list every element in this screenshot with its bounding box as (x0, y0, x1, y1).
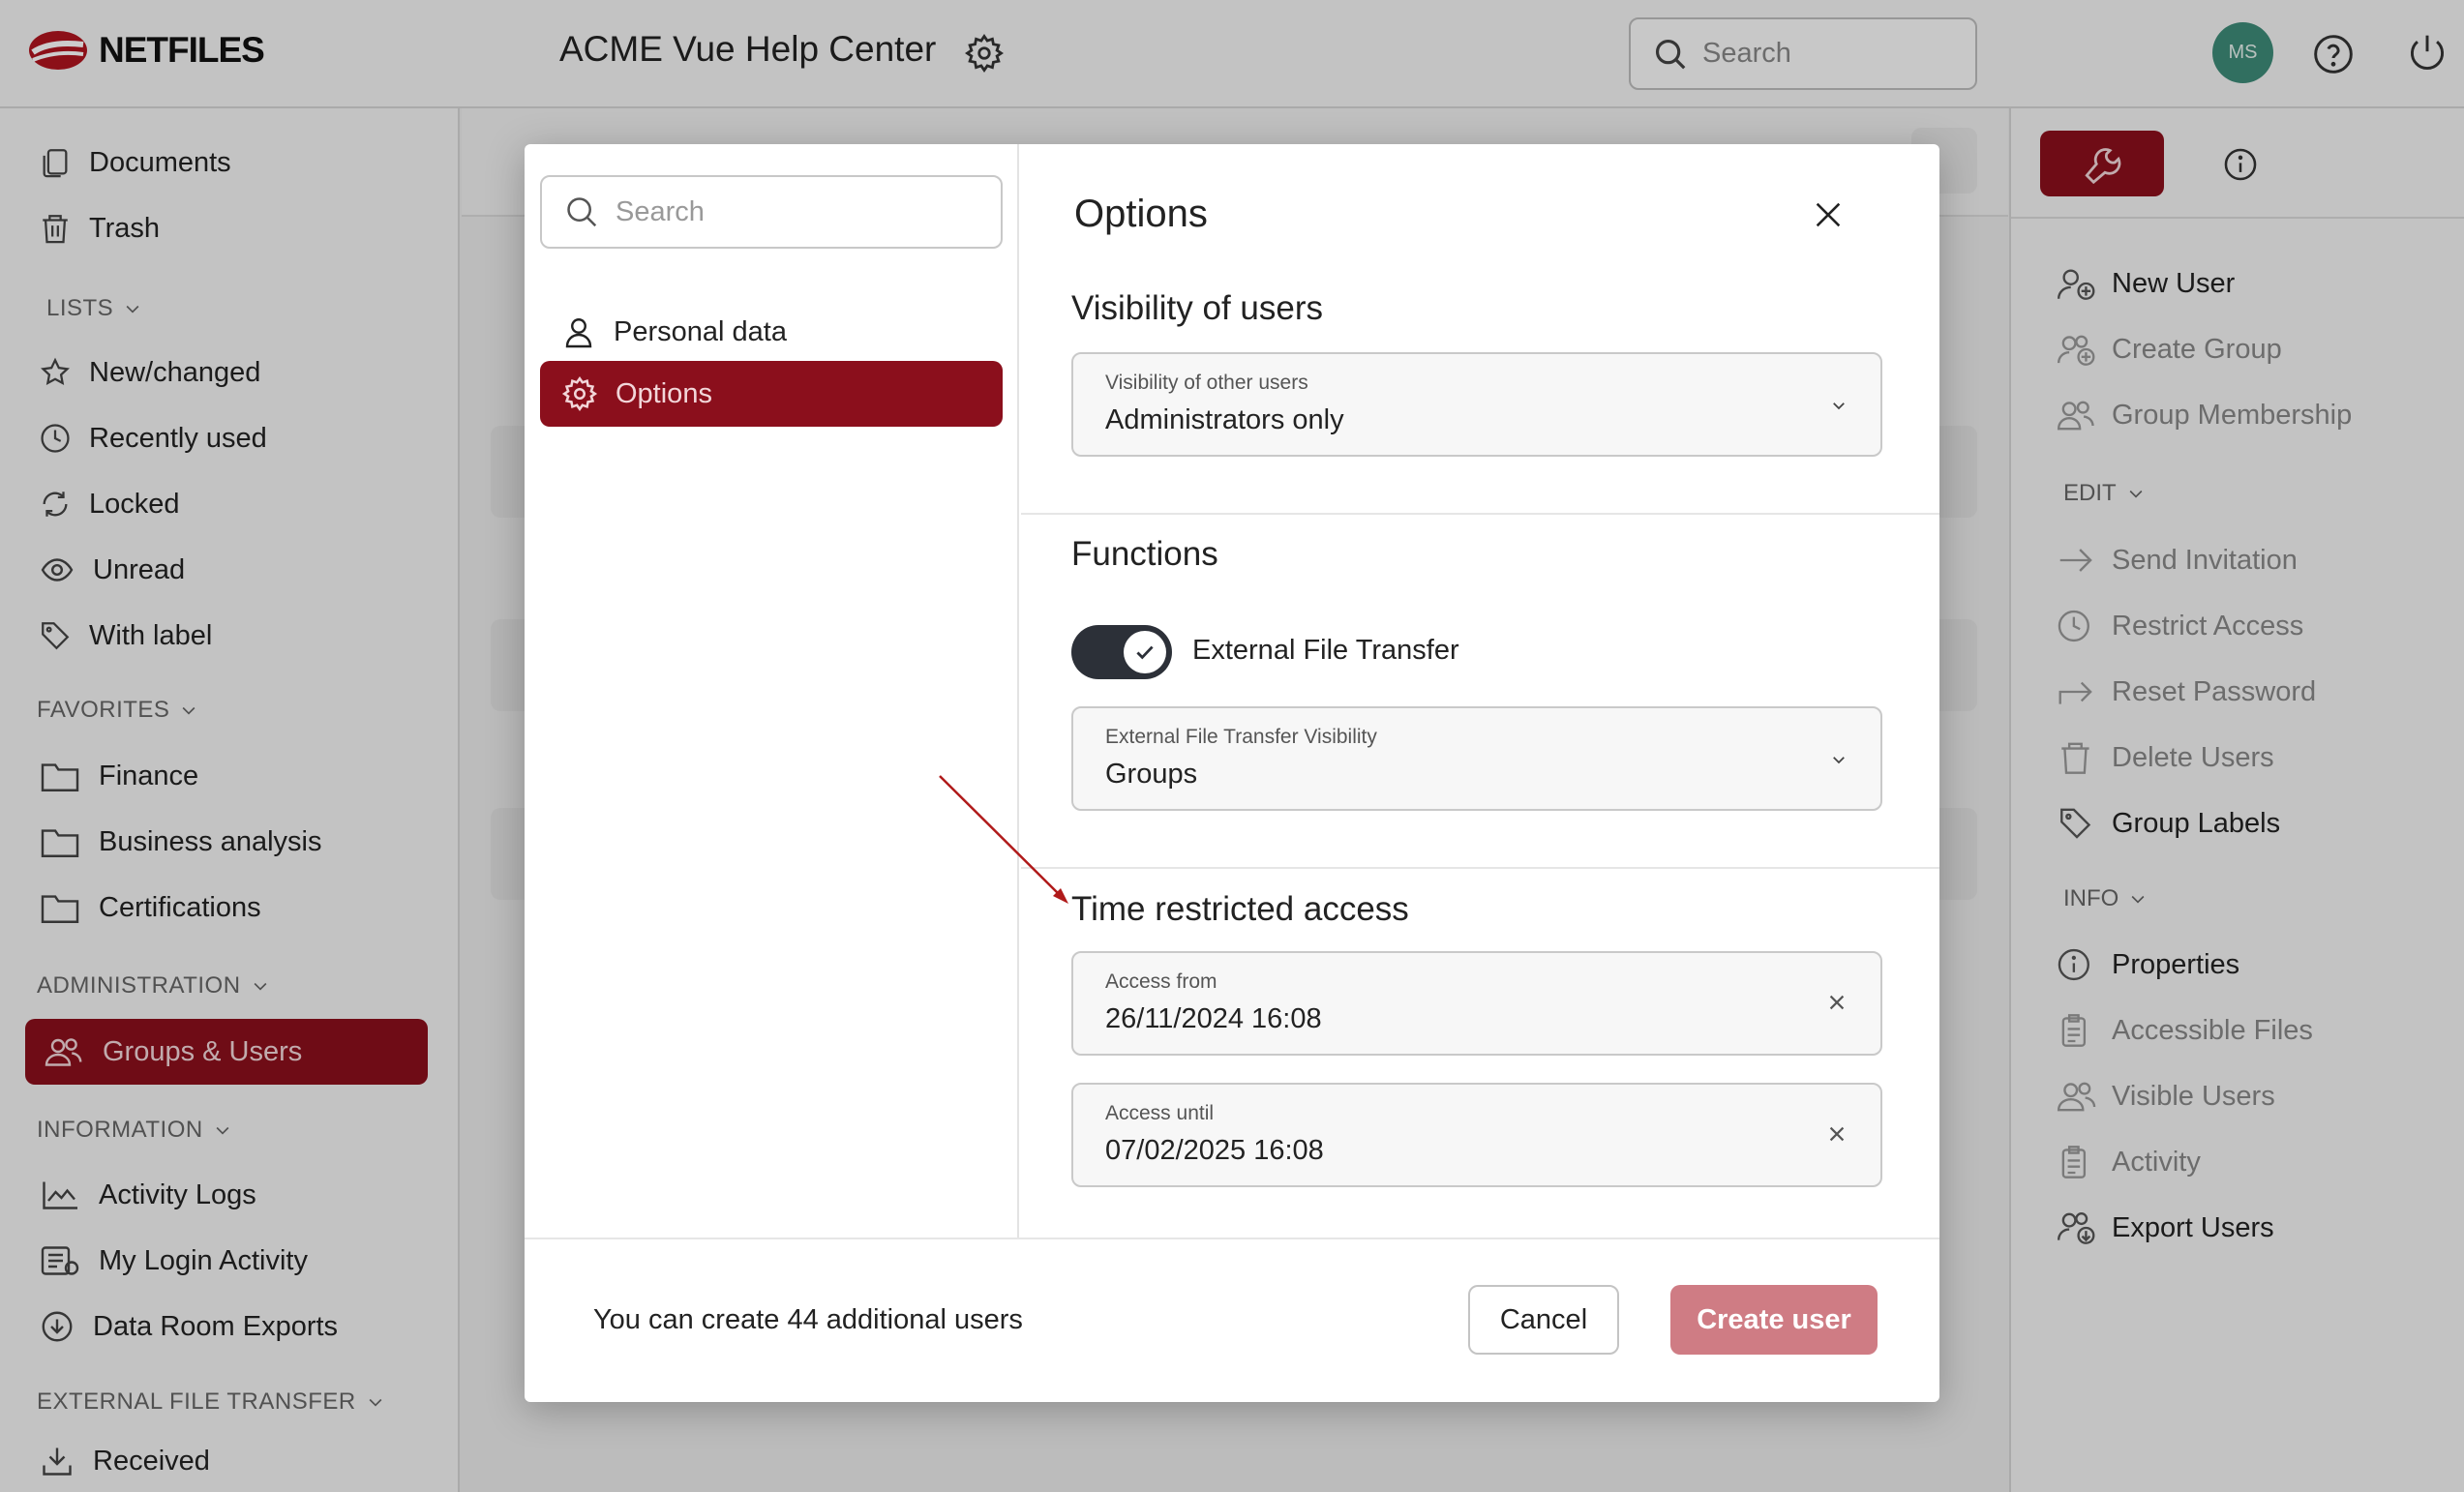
check-icon (1136, 645, 1154, 660)
remaining-users-text: You can create 44 additional users (593, 1304, 1023, 1335)
visibility-select[interactable]: Visibility of other users Administrators… (1071, 352, 1882, 457)
external-file-transfer-visibility-select[interactable]: External File Transfer Visibility Groups (1071, 706, 1882, 811)
field-label: Visibility of other users (1105, 372, 1308, 394)
user-icon (565, 318, 592, 348)
toggle-label: External File Transfer (1192, 635, 1459, 666)
section-title-functions: Functions (1071, 535, 1218, 573)
section-title-time-restricted: Time restricted access (1071, 890, 1409, 928)
dialog-search-placeholder: Search (616, 195, 705, 227)
nav-options[interactable]: Options (540, 361, 1003, 427)
field-label: Access from (1105, 970, 1217, 993)
section-title-visibility: Visibility of users (1071, 289, 1324, 327)
cancel-button[interactable]: Cancel (1468, 1285, 1619, 1355)
field-value: 26/11/2024 16:08 (1105, 1003, 1322, 1034)
toggle-knob (1124, 631, 1166, 673)
external-file-transfer-toggle[interactable] (1071, 625, 1172, 679)
nav-label: Options (616, 377, 712, 409)
field-value: Groups (1105, 759, 1198, 790)
dialog-title: Options (1074, 193, 1208, 235)
clear-icon[interactable] (1826, 1123, 1848, 1145)
dialog-search-input[interactable]: Search (540, 175, 1003, 249)
gear-icon (561, 375, 598, 412)
field-label: External File Transfer Visibility (1105, 726, 1377, 748)
access-from-field[interactable]: Access from 26/11/2024 16:08 (1071, 951, 1882, 1056)
access-until-field[interactable]: Access until 07/02/2025 16:08 (1071, 1083, 1882, 1187)
chevron-down-icon (1833, 757, 1845, 764)
nav-personal-data[interactable]: Personal data (540, 299, 1003, 365)
create-user-button[interactable]: Create user (1670, 1285, 1878, 1355)
field-label: Access until (1105, 1102, 1215, 1124)
section-divider (1021, 513, 1939, 515)
close-icon[interactable] (1812, 198, 1845, 231)
chevron-down-icon (1833, 403, 1845, 410)
dialog-nav: Search Personal data Options (525, 144, 1019, 1238)
clear-icon[interactable] (1826, 992, 1848, 1013)
field-value: 07/02/2025 16:08 (1105, 1135, 1324, 1166)
nav-label: Personal data (614, 315, 787, 347)
options-dialog: Search Personal data Options Options Vis… (525, 144, 1939, 1402)
search-icon (567, 197, 597, 227)
field-value: Administrators only (1105, 404, 1344, 435)
section-divider (1021, 867, 1939, 869)
